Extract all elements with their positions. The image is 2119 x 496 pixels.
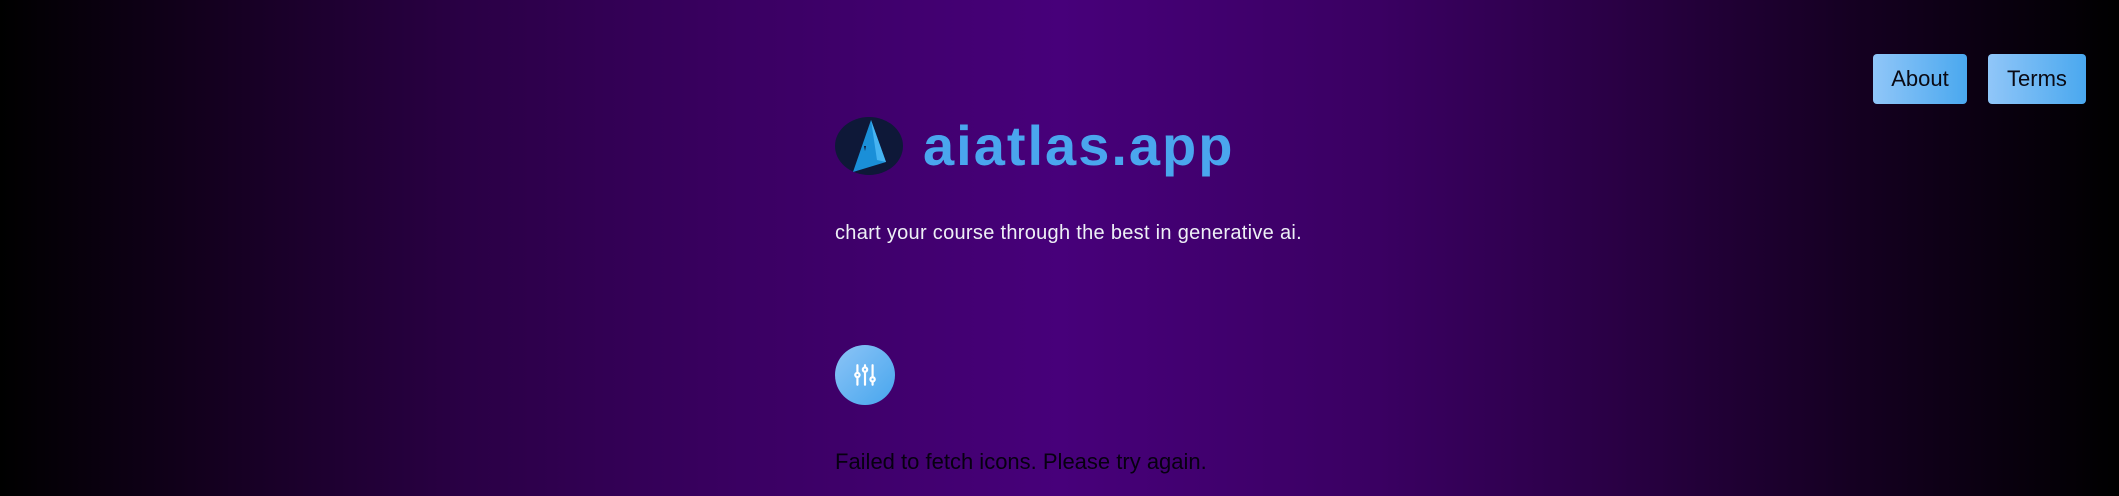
atlas-sail-logo-icon [835,117,903,175]
site-tagline: chart your course through the best in ge… [835,222,1302,244]
brand-header: aiatlas.app [835,116,1234,176]
site-title: aiatlas.app [923,114,1235,177]
error-message: Failed to fetch icons. Please try again. [835,449,1207,474]
terms-button[interactable]: Terms [1988,54,2086,104]
sliders-icon [854,364,876,386]
about-button[interactable]: About [1873,54,1967,104]
filter-settings-button[interactable] [835,345,895,405]
top-nav: About Terms [1873,54,2086,104]
